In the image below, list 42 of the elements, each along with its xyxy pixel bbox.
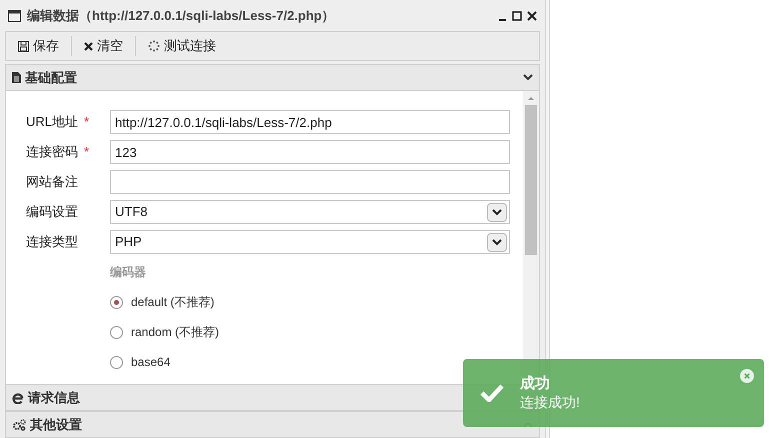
close-icon[interactable] [527,10,537,20]
chevron-down-icon [523,74,533,81]
dropdown-button[interactable] [487,232,507,252]
required-mark: * [84,143,90,162]
chevron-down-icon [492,238,502,246]
required-mark: * [84,113,90,132]
radio-button[interactable] [110,296,123,308]
section-header[interactable]: 其他设置 [5,411,540,438]
section-title: 请求信息 [28,388,80,407]
field-label: 编码设置 [26,203,79,222]
section-title: 其他设置 [30,416,82,434]
select-field[interactable]: UTF8 [110,200,510,224]
field-label: 连接密码 * [26,142,110,162]
section-title: 基础配置 [25,68,77,87]
toolbar-button[interactable]: 保存 [14,34,63,58]
gears-icon [12,418,26,430]
section-header[interactable]: 基础配置 [5,64,540,91]
radio-button[interactable] [110,326,123,338]
radio-label[interactable]: base64 [131,353,170,371]
maximize-icon[interactable] [512,10,522,20]
window-title: 编辑数据（http://127.0.0.1/sqli-labs/Less-7/2.php） [27,6,336,25]
window-icon [8,10,21,22]
spinner-icon [148,40,160,52]
radio-button[interactable] [110,356,123,368]
x-icon [84,42,93,50]
document-icon [12,72,21,83]
input-field[interactable]: http://127.0.0.1/sqli-labs/Less-7/2.php [110,110,510,134]
field-label: 网站备注 [26,173,79,192]
chevron-down-icon [492,208,502,216]
field-label: URL地址 * [26,112,110,132]
select-field[interactable]: PHP [110,230,510,254]
group-label: 编码器 [110,264,147,281]
radio-label[interactable]: random (不推荐) [131,323,220,341]
e-logo-icon [12,392,24,404]
toolbar-button[interactable]: 清空 [80,34,127,58]
input-field[interactable]: 123 [110,140,510,164]
toolbar-button[interactable]: 测试连接 [144,34,220,58]
dropdown-button[interactable] [487,202,507,222]
input-field[interactable] [110,170,510,194]
checkmark-icon [480,384,504,402]
field-label: 连接类型 [26,233,79,252]
radio-label[interactable]: default (不推荐) [131,293,214,311]
